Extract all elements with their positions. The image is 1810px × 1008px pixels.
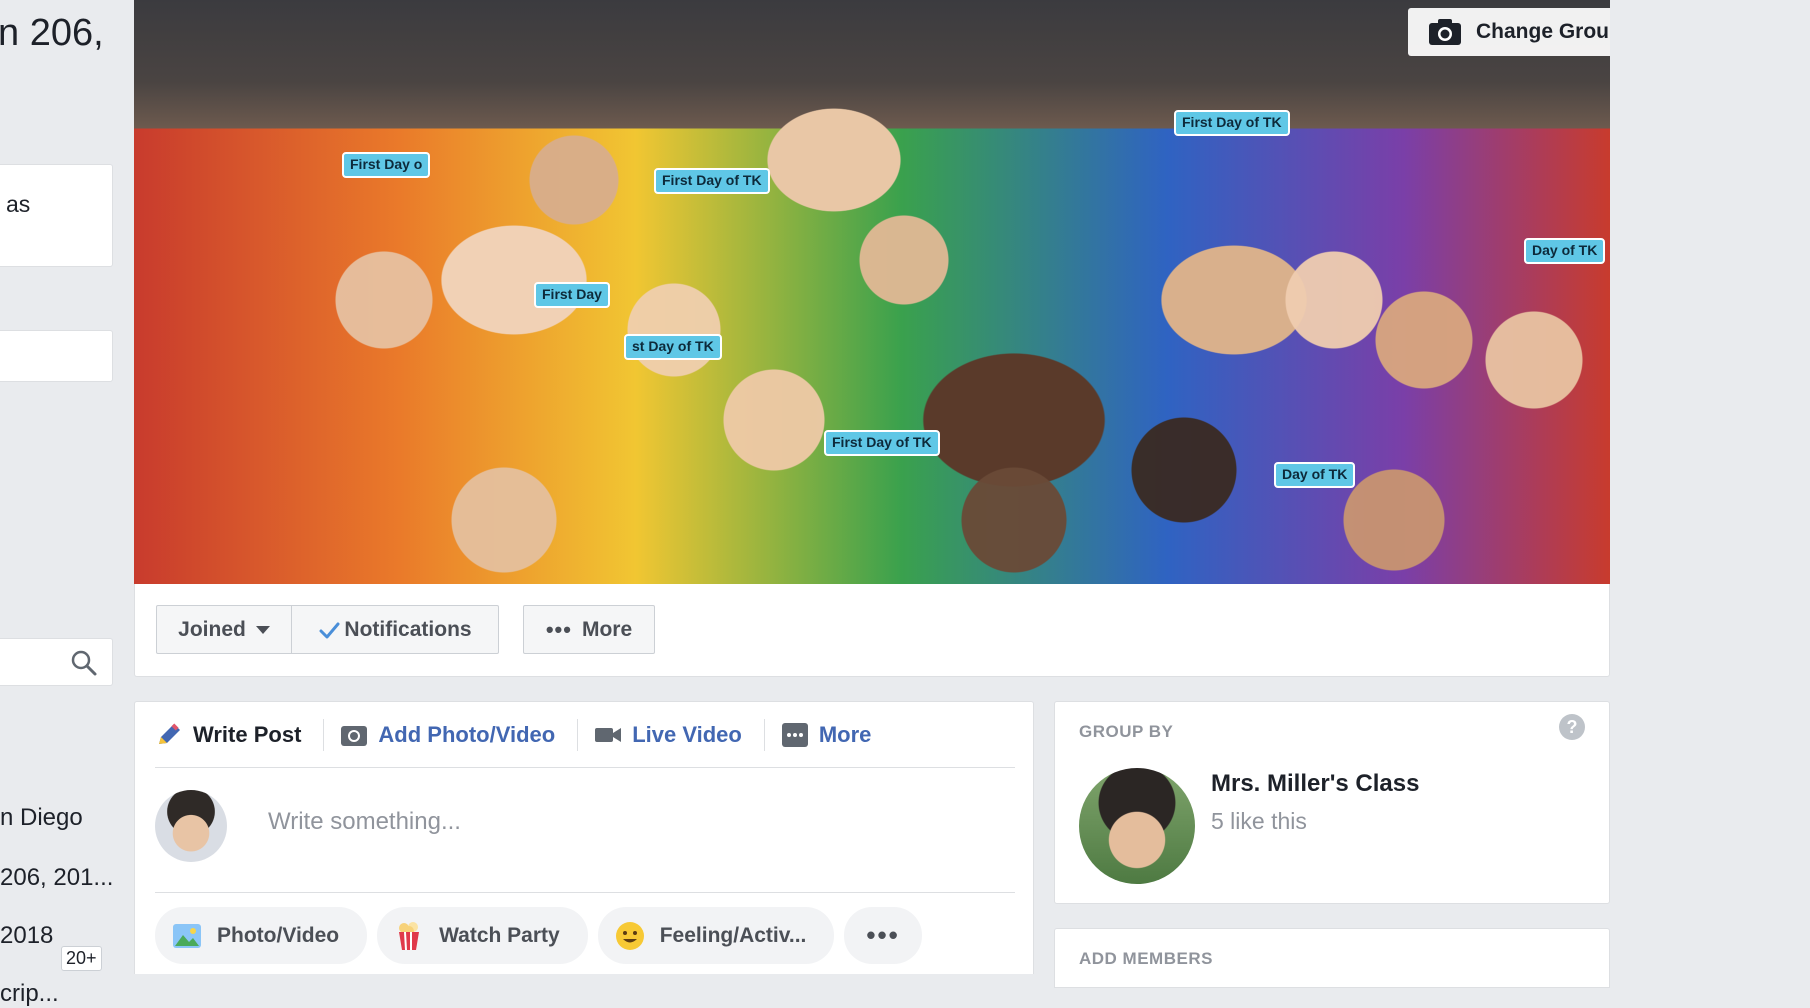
change-group-cover-label: Change Group Cover: [1476, 20, 1610, 43]
photo-icon: [173, 923, 201, 948]
more-button[interactable]: ••• More: [523, 605, 655, 654]
checkmark-icon: [319, 622, 340, 638]
post-composer: Write Post Add Photo/Video Live Video Mo…: [134, 701, 1034, 974]
tab-live-video[interactable]: Live Video: [578, 718, 765, 751]
sidebar-info-text: as: [6, 191, 31, 217]
count-badge: 20+: [61, 946, 102, 971]
composer-divider: [155, 892, 1015, 893]
tab-live-video-label: Live Video: [632, 721, 742, 747]
more-box-icon: [781, 722, 808, 747]
composer-tabs: Write Post Add Photo/Video Live Video Mo…: [155, 702, 1015, 768]
camera-icon: [341, 725, 368, 746]
composer-attachment-pills: Photo/Video Watch Party Feeling/Activ...…: [155, 907, 922, 964]
tab-more-label: More: [818, 721, 872, 747]
cover-hat-label: First Day of TK: [654, 168, 770, 194]
search-icon[interactable]: [70, 649, 98, 677]
sidebar-line-description[interactable]: crip...: [0, 980, 59, 1008]
group-owner-avatar[interactable]: [1079, 768, 1195, 884]
sidebar-line-location: n Diego: [0, 804, 83, 831]
group-by-card: GROUP BY ? Mrs. Miller's Class 5 like th…: [1054, 701, 1610, 904]
cover-hat-label: First Day: [534, 282, 610, 308]
watch-party-pill[interactable]: Watch Party: [377, 907, 588, 964]
sidebar-line-room[interactable]: 206, 201...: [0, 864, 113, 892]
photo-video-pill-label: Photo/Video: [217, 923, 340, 947]
video-camera-icon: [595, 727, 622, 742]
more-dots-icon: •••: [545, 616, 572, 642]
group-owner-name[interactable]: Mrs. Miller's Class: [1211, 770, 1419, 798]
tab-add-photo-video[interactable]: Add Photo/Video: [324, 718, 579, 751]
camera-icon: [1429, 19, 1461, 45]
add-members-card: ADD MEMBERS: [1054, 928, 1610, 988]
cover-hat-label: First Day of TK: [824, 430, 940, 456]
sidebar-line-year: 2018: [0, 922, 54, 949]
cover-photo-children: [134, 0, 1610, 584]
tab-write-post-label: Write Post: [193, 721, 302, 747]
notifications-label: Notifications: [344, 617, 472, 641]
left-sidebar: n 206, as n Diego 206, 201... 2018 crip.…: [0, 0, 114, 1007]
user-avatar[interactable]: [155, 790, 227, 862]
caret-down-icon: [255, 625, 270, 634]
sidebar-search-input[interactable]: [0, 638, 113, 686]
group-by-heading: GROUP BY: [1079, 722, 1174, 741]
add-members-heading: ADD MEMBERS: [1079, 949, 1213, 968]
change-group-cover-button[interactable]: Change Group Cover: [1408, 8, 1610, 56]
tab-add-photo-video-label: Add Photo/Video: [378, 721, 556, 747]
write-something-input[interactable]: Write something...: [268, 808, 461, 836]
group-title-fragment: n 206,: [0, 12, 104, 54]
composer-body: Write something...: [155, 790, 461, 862]
group-action-bar: Joined Notifications ••• More: [134, 584, 1610, 677]
cover-hat-label: First Day o: [342, 152, 431, 178]
watch-party-pill-label: Watch Party: [439, 923, 560, 947]
popcorn-icon: [399, 921, 420, 950]
cover-hat-label: st Day of TK: [624, 334, 722, 360]
help-icon[interactable]: ?: [1559, 714, 1585, 740]
more-options-pill[interactable]: •••: [844, 907, 922, 964]
feeling-activity-pill[interactable]: Feeling/Activ...: [597, 907, 835, 964]
cover-hat-label: Day of TK: [1524, 238, 1606, 264]
more-label: More: [581, 617, 633, 641]
joined-button[interactable]: Joined: [156, 605, 292, 654]
tab-more[interactable]: More: [765, 719, 894, 751]
photo-video-pill[interactable]: Photo/Video: [155, 907, 368, 964]
feeling-activity-pill-label: Feeling/Activ...: [659, 923, 807, 947]
sidebar-info-box: as: [0, 164, 113, 267]
notifications-button[interactable]: Notifications: [291, 605, 499, 654]
tab-write-post[interactable]: Write Post: [155, 718, 325, 751]
group-owner-likes: 5 like this: [1211, 808, 1307, 834]
joined-label: Joined: [178, 617, 246, 641]
smiley-icon: [615, 921, 644, 950]
sidebar-empty-box[interactable]: [0, 330, 113, 382]
cover-hat-label: Day of TK: [1274, 462, 1356, 488]
cover-hat-label: First Day of TK: [1174, 110, 1290, 136]
group-cover-photo: First Day o First Day of TK First Day of…: [134, 0, 1610, 584]
pencil-icon: [159, 722, 180, 744]
